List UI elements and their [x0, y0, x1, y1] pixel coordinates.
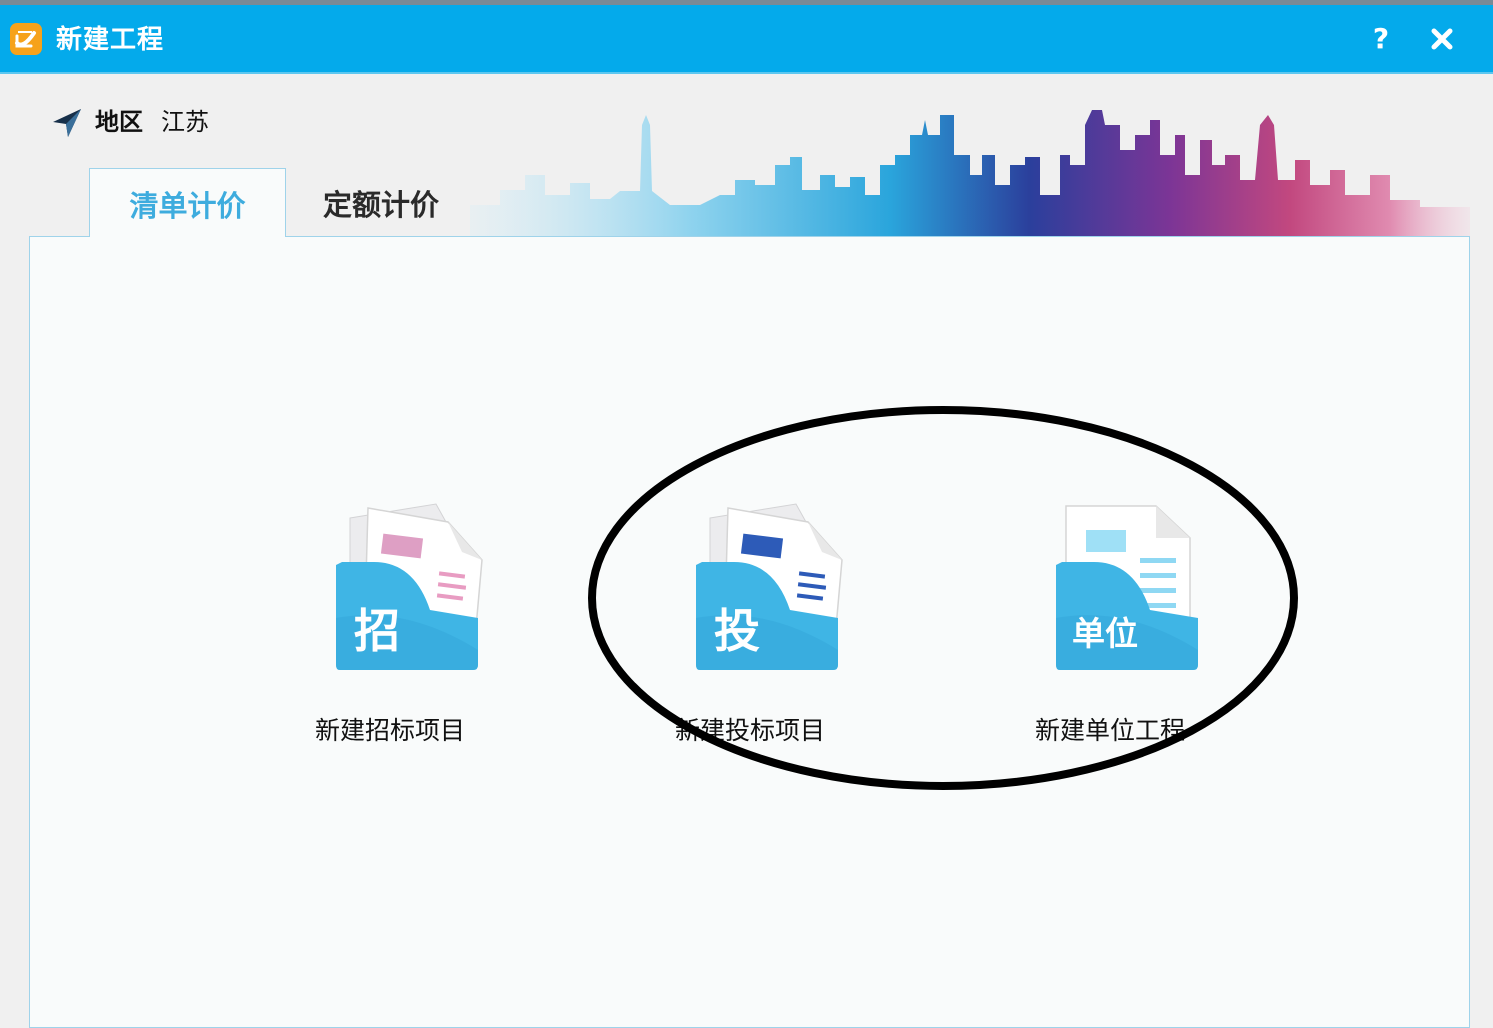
tab-bill-pricing[interactable]: 清单计价: [89, 168, 286, 237]
bid-project-label: 新建投标项目: [674, 716, 825, 745]
new-unit-project-button[interactable]: 单位 新建单位工程: [990, 500, 1230, 760]
tab-quota-pricing[interactable]: 定额计价: [286, 168, 476, 237]
bid-badge: 投: [714, 604, 760, 658]
help-button[interactable]: ?: [1364, 22, 1398, 56]
tender-folder-icon: 招: [336, 503, 483, 670]
window-title: 新建工程: [56, 25, 165, 55]
close-icon[interactable]: [1425, 22, 1459, 56]
app-logo-icon: [9, 22, 43, 56]
bid-folder-icon: 投: [696, 503, 843, 670]
tender-badge: 招: [354, 604, 400, 658]
unit-project-badge: 单位: [1072, 614, 1138, 653]
region-value[interactable]: 江苏: [161, 107, 209, 137]
unit-project-folder-icon: 单位: [1056, 505, 1198, 670]
title-bar-border: [0, 72, 1493, 74]
unit-project-label: 新建单位工程: [1034, 716, 1185, 745]
location-arrow-icon: [50, 106, 84, 140]
title-bar: 新建工程 ?: [0, 5, 1493, 72]
tender-project-label: 新建招标项目: [314, 716, 465, 745]
new-bid-project-button[interactable]: 投 新建投标项目: [630, 500, 870, 760]
region-label: 地区: [95, 108, 143, 136]
new-tender-project-button[interactable]: 招 新建招标项目: [270, 500, 510, 760]
city-skyline-banner: [470, 110, 1470, 237]
